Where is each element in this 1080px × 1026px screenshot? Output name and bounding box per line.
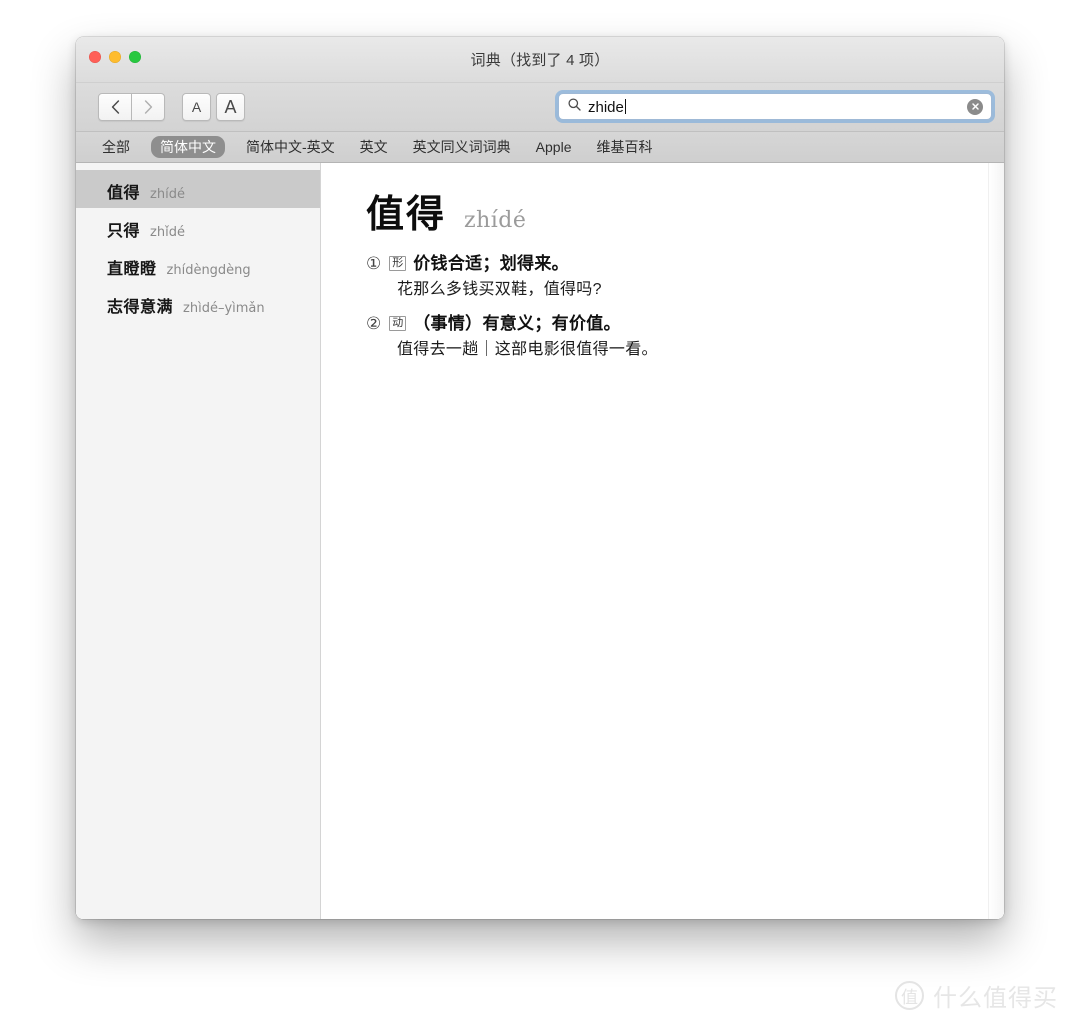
sense-definition-row: ① 形 价钱合适；划得来。 bbox=[366, 251, 1004, 277]
chevron-left-icon bbox=[111, 100, 120, 114]
sidebar-item-pinyin: zhǐdé bbox=[150, 225, 185, 240]
sidebar-item-zhide-only[interactable]: 只得 zhǐdé bbox=[76, 208, 320, 246]
headword: 值得 bbox=[366, 191, 447, 236]
window-titlebar: 词典（找到了 4 项） bbox=[76, 37, 1004, 83]
dictionary-window: 词典（找到了 4 项） A A zhide 全部 简体中文 简体中文-英文 英文… bbox=[76, 37, 1004, 919]
text-cursor bbox=[624, 98, 626, 114]
headword-pinyin: zhídé bbox=[464, 208, 527, 233]
tab-english[interactable]: 英文 bbox=[356, 136, 392, 158]
smzdm-logo-icon: 值 bbox=[895, 981, 924, 1010]
sense-number: ② bbox=[366, 313, 382, 334]
increase-font-size-button[interactable]: A bbox=[216, 93, 245, 121]
headword-row: 值得 zhídé bbox=[366, 191, 1004, 236]
sense-entry: ① 形 价钱合适；划得来。 花那么多钱买双鞋，值得吗? bbox=[366, 251, 1004, 303]
sidebar-item-pinyin: zhìdé–yìmǎn bbox=[183, 301, 265, 316]
search-input[interactable]: zhide bbox=[588, 98, 967, 116]
search-icon bbox=[568, 97, 581, 116]
sense-example: 值得去一趟｜这部电影很值得一看。 bbox=[397, 341, 658, 359]
window-title: 词典（找到了 4 项） bbox=[470, 52, 610, 69]
part-of-speech-tag: 形 bbox=[389, 255, 407, 271]
sense-definition-row: ② 动 （事情）有意义；有价值。 bbox=[366, 311, 1004, 337]
forward-button[interactable] bbox=[132, 93, 165, 121]
sense-definition: （事情）有意义；有价值。 bbox=[413, 313, 621, 333]
sidebar-item-zhidengdeng[interactable]: 直瞪瞪 zhídèngdèng bbox=[76, 246, 320, 284]
search-field[interactable]: zhide bbox=[558, 93, 992, 120]
search-input-value: zhide bbox=[588, 98, 624, 116]
tab-chinese-english[interactable]: 简体中文-英文 bbox=[242, 136, 339, 158]
sense-example: 花那么多钱买双鞋，值得吗? bbox=[397, 281, 602, 299]
chevron-right-icon bbox=[144, 100, 153, 114]
tab-wikipedia[interactable]: 维基百科 bbox=[592, 136, 656, 158]
tab-thesaurus[interactable]: 英文同义词词典 bbox=[409, 136, 515, 158]
clear-search-button[interactable] bbox=[967, 98, 983, 115]
back-button[interactable] bbox=[98, 93, 132, 121]
part-of-speech-tag: 动 bbox=[389, 315, 407, 331]
sidebar-item-word: 值得 bbox=[107, 185, 141, 202]
tab-all[interactable]: 全部 bbox=[98, 136, 134, 158]
page-root: 词典（找到了 4 项） A A zhide 全部 简体中文 简体中文-英文 英文… bbox=[0, 0, 1080, 1026]
font-size-controls: A A bbox=[182, 93, 245, 121]
definition-pane: 值得 zhídé ① 形 价钱合适；划得来。 花那么多钱买双鞋，值得吗? ② 动 bbox=[321, 163, 1004, 919]
decrease-font-size-button[interactable]: A bbox=[182, 93, 211, 121]
sidebar-item-zhideyiman[interactable]: 志得意满 zhìdé–yìmǎn bbox=[76, 284, 320, 322]
sense-definition: 价钱合适；划得来。 bbox=[413, 254, 569, 273]
sense-number: ① bbox=[366, 254, 382, 274]
sidebar-item-zhide[interactable]: 值得 zhídé bbox=[76, 170, 320, 208]
tab-simplified-chinese[interactable]: 简体中文 bbox=[151, 135, 225, 159]
sense-entry: ② 动 （事情）有意义；有价值。 值得去一趟｜这部电影很值得一看。 bbox=[366, 311, 1004, 363]
tab-apple[interactable]: Apple bbox=[532, 136, 576, 158]
dictionary-source-tabs: 全部 简体中文 简体中文-英文 英文 英文同义词词典 Apple 维基百科 bbox=[76, 132, 1004, 163]
sidebar-item-word: 只得 bbox=[107, 223, 141, 240]
toolbar: A A zhide bbox=[76, 83, 1004, 132]
sidebar-item-pinyin: zhídèngdèng bbox=[166, 263, 251, 278]
vertical-scrollbar[interactable] bbox=[988, 163, 1004, 919]
sidebar-item-word: 志得意满 bbox=[107, 299, 174, 316]
window-body: 值得 zhídé 只得 zhǐdé 直瞪瞪 zhídèngdèng 志得意满 z… bbox=[76, 163, 1004, 919]
navigation-segmented-control bbox=[98, 93, 165, 121]
watermark: 值 什么值得买 bbox=[895, 978, 1058, 1013]
watermark-text: 什么值得买 bbox=[933, 985, 1058, 1012]
results-sidebar: 值得 zhídé 只得 zhǐdé 直瞪瞪 zhídèngdèng 志得意满 z… bbox=[76, 163, 321, 919]
sidebar-item-pinyin: zhídé bbox=[150, 187, 185, 202]
sidebar-item-word: 直瞪瞪 bbox=[107, 261, 157, 278]
